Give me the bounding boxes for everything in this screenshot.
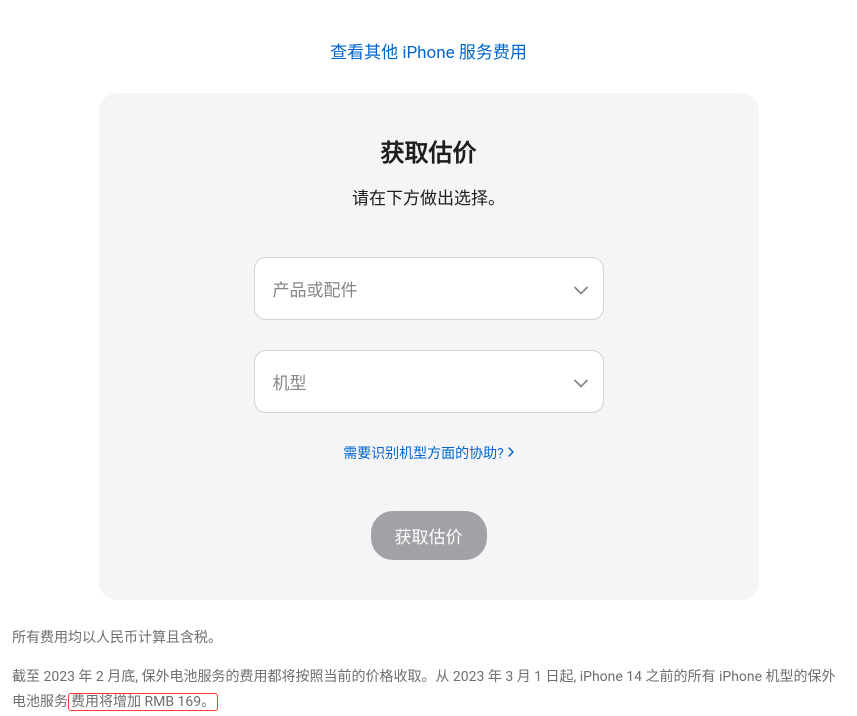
estimate-card: 获取估价 请在下方做出选择。 产品或配件 机型 需要识别机型方面的协助? 获取估… [99, 93, 759, 600]
card-subtitle: 请在下方做出选择。 [159, 184, 699, 209]
model-select-wrapper: 机型 [254, 350, 604, 413]
other-iphone-fees-link[interactable]: 查看其他 iPhone 服务费用 [330, 43, 527, 63]
product-select[interactable]: 产品或配件 [254, 257, 604, 320]
identify-model-help-link[interactable]: 需要识别机型方面的协助? [343, 443, 514, 463]
top-link-container: 查看其他 iPhone 服务费用 [0, 0, 857, 93]
price-increase-highlight: 费用将增加 RMB 169。 [68, 693, 218, 711]
chevron-right-icon [508, 445, 514, 461]
model-select[interactable]: 机型 [254, 350, 604, 413]
footer-notes: 所有费用均以人民币计算且含税。 截至 2023 年 2 月底, 保外电池服务的费… [0, 600, 857, 716]
help-link-text: 需要识别机型方面的协助? [343, 443, 504, 463]
footer-line-1: 所有费用均以人民币计算且含税。 [12, 626, 845, 651]
product-select-wrapper: 产品或配件 [254, 257, 604, 320]
card-title: 获取估价 [159, 133, 699, 168]
get-estimate-button[interactable]: 获取估价 [371, 511, 487, 560]
footer-line-2: 截至 2023 年 2 月底, 保外电池服务的费用都将按照当前的价格收取。从 2… [12, 665, 845, 715]
